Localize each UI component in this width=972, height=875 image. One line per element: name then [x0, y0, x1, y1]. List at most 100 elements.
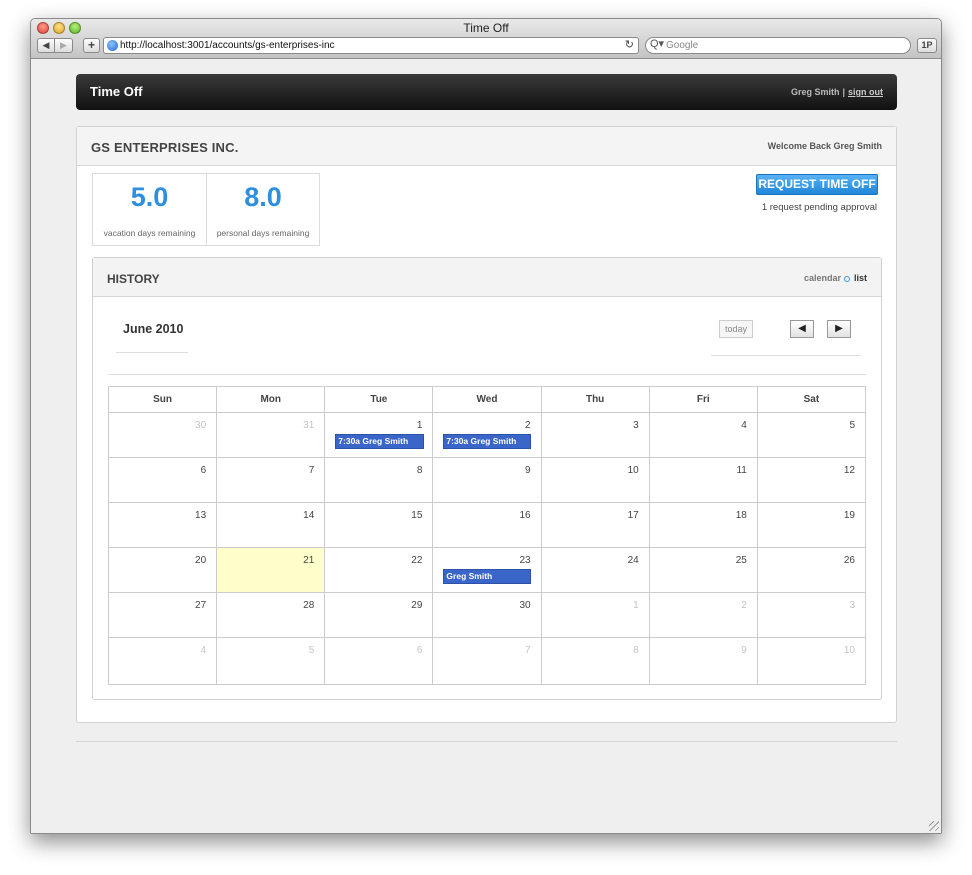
calendar-day[interactable]: 30	[107, 412, 218, 458]
list-view-link[interactable]: list	[854, 273, 867, 283]
day-number: 4	[741, 420, 747, 431]
calendar-day[interactable]: 2 7:30a Greg Smith	[432, 412, 542, 458]
search-input[interactable]: Q▾ Google	[645, 37, 911, 54]
calendar-day[interactable]: 29	[324, 592, 434, 638]
address-bar[interactable]: http://localhost:3001/accounts/gs-enterp…	[103, 37, 639, 54]
search-placeholder: Google	[666, 40, 699, 51]
weekday-header: Wed	[432, 386, 542, 413]
day-number: 6	[416, 645, 423, 656]
weekday-header: Sat	[756, 386, 867, 413]
back-icon[interactable]: ◀	[37, 38, 55, 53]
calendar-day[interactable]: 15	[324, 502, 434, 548]
calendar-day[interactable]: 14	[216, 502, 326, 548]
nav-divider	[711, 355, 861, 356]
day-number: 6	[200, 465, 207, 476]
calendar-day-today[interactable]: 21	[216, 547, 326, 593]
calendar-day[interactable]: 9	[648, 637, 758, 685]
account-card: GS ENTERPRISES INC. Welcome Back Greg Sm…	[76, 126, 897, 723]
calendar-week-row: 30 31 1 7:30a Greg Smith 2 7:30a Greg Smith 3 4…	[107, 412, 867, 458]
calendar-day[interactable]: 7	[432, 637, 542, 685]
day-number: 23	[519, 555, 531, 566]
calendar-day[interactable]: 8	[540, 637, 650, 685]
calendar-day[interactable]: 10	[756, 637, 867, 685]
calendar-day[interactable]: 8	[324, 457, 434, 503]
day-number: 8	[633, 645, 639, 656]
calendar-day[interactable]: 1	[540, 592, 650, 638]
resize-grip-icon[interactable]	[929, 821, 939, 831]
calendar-day[interactable]: 13	[107, 502, 218, 548]
calendar-day[interactable]: 3	[756, 592, 867, 638]
app-brand[interactable]: Time Off	[90, 84, 143, 99]
weekday-header-row: Sun Mon Tue Wed Thu Fri Sat	[107, 386, 867, 413]
day-number: 12	[843, 465, 855, 476]
calendar-day[interactable]: 30	[432, 592, 542, 638]
request-time-off-button[interactable]: REQUEST TIME OFF	[756, 174, 878, 195]
day-number: 21	[303, 555, 315, 566]
today-button[interactable]: today	[719, 320, 753, 338]
calendar-day[interactable]: 4	[107, 637, 218, 685]
app-header: Time Off Greg Smith | sign out	[76, 74, 897, 110]
calendar-day[interactable]: 9	[432, 457, 542, 503]
calendar-day[interactable]: 11	[648, 457, 758, 503]
calendar-day[interactable]: 1 7:30a Greg Smith	[324, 412, 434, 458]
calendar-day[interactable]: 28	[216, 592, 326, 638]
calendar-month-title: June 2010	[123, 322, 184, 336]
url-text: http://localhost:3001/accounts/gs-enterp…	[120, 40, 335, 51]
time-off-event[interactable]: Greg Smith	[443, 569, 531, 584]
calendar-day[interactable]: 3	[540, 412, 650, 458]
day-number: 10	[627, 465, 639, 476]
history-panel: HISTORY calendar list June 2010 today ◀ ▶…	[92, 257, 882, 700]
calendar-day[interactable]: 12	[756, 457, 867, 503]
time-off-event[interactable]: 7:30a Greg Smith	[335, 434, 425, 449]
day-number: 8	[416, 465, 423, 476]
calendar-day[interactable]: 26	[756, 547, 867, 593]
view-toggle: calendar list	[804, 273, 867, 283]
day-number: 14	[303, 510, 315, 521]
calendar-day[interactable]: 20	[107, 547, 218, 593]
next-month-button[interactable]: ▶	[827, 320, 851, 338]
reload-icon[interactable]: ↻	[625, 38, 634, 53]
window-title: Time Off	[463, 21, 509, 35]
calendar-day[interactable]: 5	[216, 637, 326, 685]
day-number: 2	[741, 600, 747, 611]
day-number: 10	[843, 645, 855, 656]
calendar-day[interactable]: 6	[107, 457, 218, 503]
calendar-day[interactable]: 24	[540, 547, 650, 593]
calendar-day[interactable]: 2	[648, 592, 758, 638]
calendar-day[interactable]: 16	[432, 502, 542, 548]
password-extension-button[interactable]: 1P	[917, 38, 937, 53]
user-name[interactable]: Greg Smith	[791, 87, 840, 97]
calendar-day[interactable]: 25	[648, 547, 758, 593]
calendar-day[interactable]: 6	[324, 637, 434, 685]
calendar-day[interactable]: 4	[648, 412, 758, 458]
vacation-balance: 5.0 vacation days remaining	[93, 174, 206, 245]
view-separator-icon	[843, 275, 850, 282]
calendar-day[interactable]: 19	[756, 502, 867, 548]
add-bookmark-button[interactable]: +	[83, 38, 100, 53]
calendar-day[interactable]: 18	[648, 502, 758, 548]
day-number: 31	[303, 420, 315, 431]
sign-out-link[interactable]: sign out	[848, 87, 883, 97]
day-number: 28	[303, 600, 315, 611]
calendar-day[interactable]: 17	[540, 502, 650, 548]
calendar-day[interactable]: 5	[756, 412, 867, 458]
day-number: 5	[308, 645, 315, 656]
calendar-day[interactable]: 31	[216, 412, 326, 458]
prev-month-button[interactable]: ◀	[790, 320, 814, 338]
calendar-day[interactable]: 7	[216, 457, 326, 503]
time-off-event[interactable]: 7:30a Greg Smith	[443, 434, 531, 449]
day-number: 9	[741, 645, 747, 656]
calendar-day[interactable]: 23 Greg Smith	[432, 547, 542, 593]
calendar-day[interactable]: 10	[540, 457, 650, 503]
calendar-view-link[interactable]: calendar	[804, 273, 841, 283]
page-viewport: Time Off Greg Smith | sign out GS ENTERPRI…	[31, 59, 941, 833]
calendar-body: 30 31 1 7:30a Greg Smith 2 7:30a Greg Smith 3 4…	[107, 412, 867, 685]
calendar-week-row: 6 7 8 9 10 11 12	[107, 457, 867, 503]
calendar-day[interactable]: 22	[324, 547, 434, 593]
day-number: 4	[200, 645, 207, 656]
user-menu: Greg Smith | sign out	[791, 87, 883, 97]
forward-icon[interactable]: ▶	[55, 38, 73, 53]
pending-approval-text[interactable]: 1 request pending approval	[762, 202, 877, 213]
day-number: 15	[411, 510, 423, 521]
calendar-day[interactable]: 27	[107, 592, 218, 638]
